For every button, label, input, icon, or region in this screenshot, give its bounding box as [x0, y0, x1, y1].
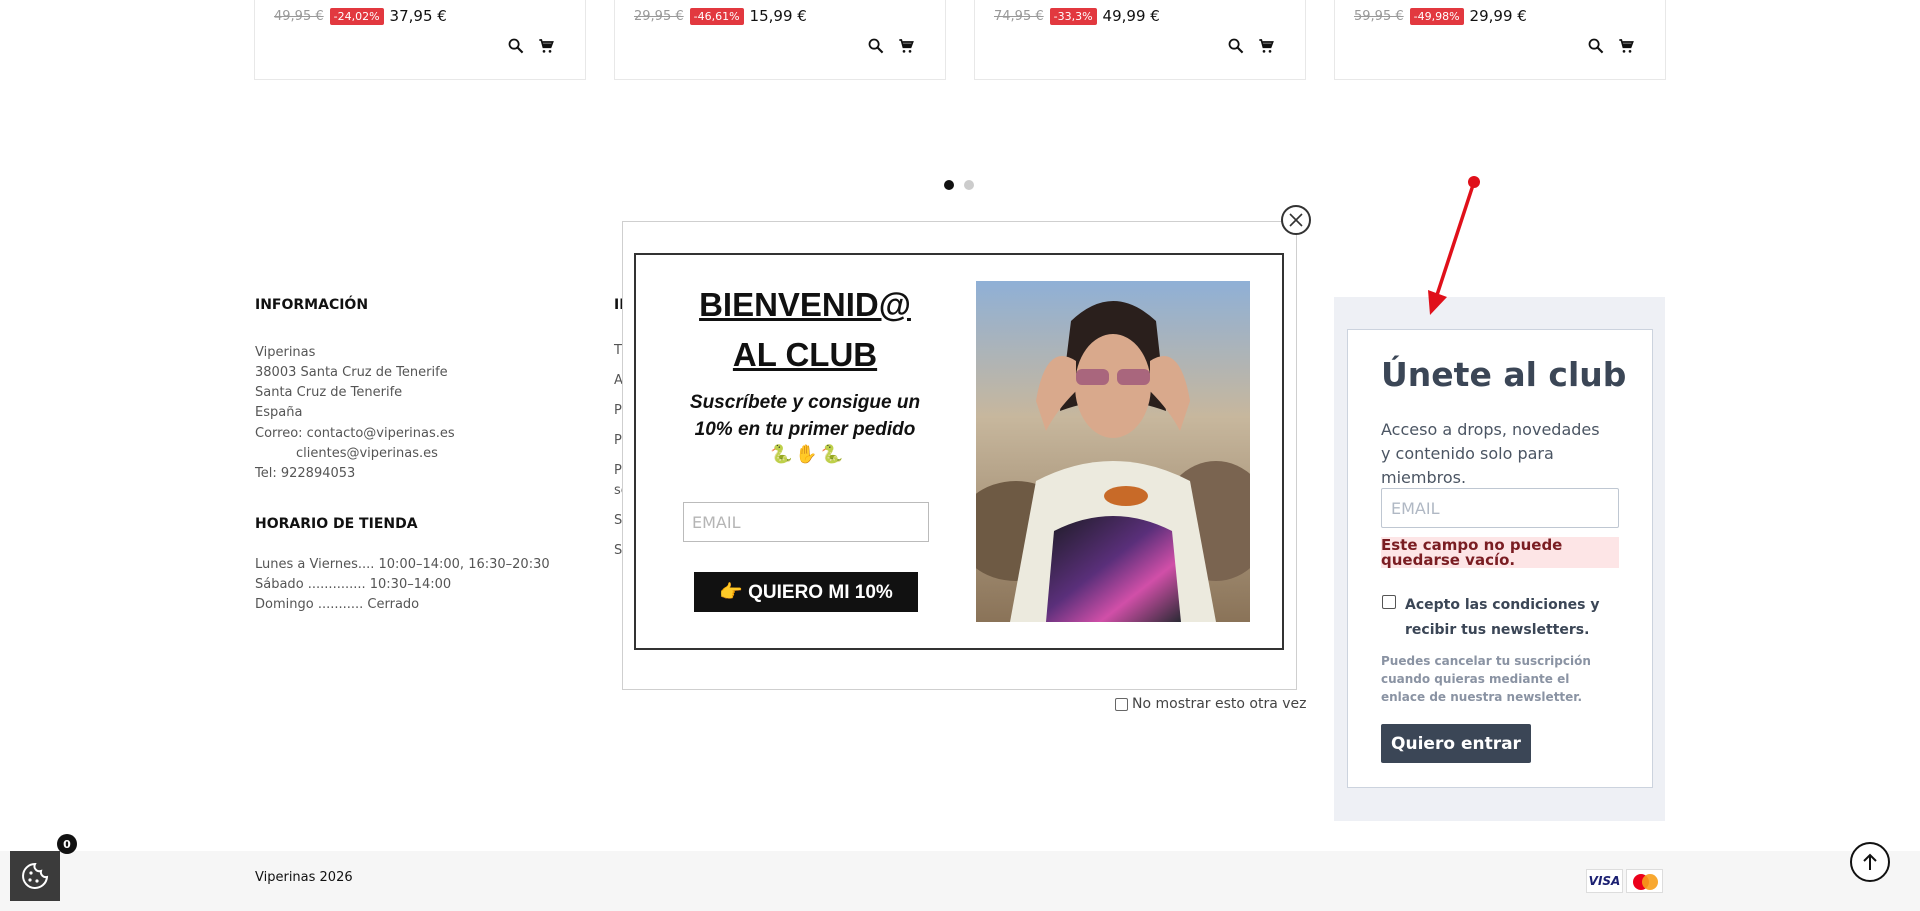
newsletter-submit-button[interactable]: Quiero entrar — [1381, 724, 1531, 763]
price: 49,99 € — [1102, 7, 1160, 25]
info-line: Viperinas — [255, 345, 316, 360]
price-row: 29,95 € -46,61% 15,99 € — [634, 7, 807, 25]
col2-link[interactable]: P — [614, 433, 622, 448]
info-line: 38003 Santa Cruz de Tenerife — [255, 365, 448, 380]
hours-heading: HORARIO DE TIENDA — [255, 516, 418, 532]
newsletter-note: Puedes cancelar tu suscripción cuando qu… — [1381, 654, 1591, 704]
visa-icon: VISA — [1586, 869, 1623, 893]
old-price: 49,95 € — [274, 8, 324, 24]
popup-title-line1: BIENVENID@ — [699, 286, 911, 323]
cookie-count-badge: 0 — [57, 834, 77, 854]
newsletter-error-message: Este campo no puede quedarse vacío. — [1381, 537, 1619, 568]
popup-emojis: 🐍✋🐍 — [770, 444, 847, 465]
newsletter-email-input[interactable] — [1381, 488, 1619, 528]
hours-line: Sábado .............. 10:30–14:00 — [255, 577, 452, 592]
popup-model-image — [976, 281, 1250, 622]
price: 15,99 € — [749, 7, 807, 25]
mastercard-icon — [1626, 869, 1663, 893]
arrow-up-icon[interactable] — [1850, 842, 1890, 882]
price: 37,95 € — [389, 7, 447, 25]
col2-link[interactable]: P — [614, 403, 622, 418]
search-icon[interactable] — [1227, 37, 1244, 54]
info-line: Santa Cruz de Tenerife — [255, 385, 403, 400]
col2-link[interactable]: P — [614, 463, 622, 478]
search-icon[interactable] — [507, 37, 524, 54]
dont-show-label[interactable]: No mostrar esto otra vez — [1132, 696, 1307, 712]
price-row: 74,95 € -33,3% 49,99 € — [994, 7, 1160, 25]
popup-email-input[interactable] — [683, 502, 929, 542]
old-price: 29,95 € — [634, 8, 684, 24]
discount-badge: -33,3% — [1049, 7, 1097, 25]
search-icon[interactable] — [867, 37, 884, 54]
newsletter-accept-label[interactable]: Acepto las condiciones y recibir tus new… — [1405, 593, 1605, 643]
payment-methods: VISA — [1586, 869, 1663, 893]
price: 29,99 € — [1469, 7, 1527, 25]
old-price: 74,95 € — [994, 8, 1044, 24]
newsletter-accept-checkbox[interactable] — [1382, 595, 1396, 609]
price-row: 49,95 € -24,02% 37,95 € — [274, 7, 447, 25]
carousel-dots — [944, 180, 974, 190]
popup-subtitle: Suscríbete y consigue un 10% en tu prime… — [689, 392, 921, 440]
discount-badge: -46,61% — [689, 7, 744, 25]
info-email-clients[interactable]: clientes@viperinas.es — [296, 444, 438, 464]
dont-show-checkbox[interactable] — [1115, 697, 1128, 711]
col2-link[interactable]: T — [614, 343, 622, 358]
product-card[interactable]: 29,95 € -46,61% 15,99 € — [614, 0, 946, 80]
cookie-icon[interactable] — [10, 851, 60, 901]
popup-submit-button[interactable]: 👉 QUIERO MI 10% — [694, 572, 918, 612]
copyright: Viperinas 2026 — [255, 870, 353, 885]
cart-icon[interactable] — [1258, 38, 1274, 54]
close-icon[interactable] — [1281, 205, 1311, 235]
newsletter-description: Acceso a drops, novedades y contenido so… — [1381, 420, 1600, 487]
info-email-contact[interactable]: Correo: contacto@viperinas.es — [255, 424, 455, 444]
carousel-dot-1[interactable] — [944, 180, 954, 190]
popup-dont-show-again[interactable]: No mostrar esto otra vez — [1115, 696, 1307, 712]
popup-title: BIENVENID@ AL CLUB — [690, 280, 920, 380]
info-line: España — [255, 405, 303, 420]
discount-badge: -49,98% — [1409, 7, 1464, 25]
carousel-dot-2[interactable] — [964, 180, 974, 190]
cart-icon[interactable] — [538, 38, 554, 54]
old-price: 59,95 € — [1354, 8, 1404, 24]
price-row: 59,95 € -49,98% 29,99 € — [1354, 7, 1527, 25]
product-card[interactable]: 49,95 € -24,02% 37,95 € — [254, 0, 586, 80]
hours-line: Lunes a Viernes.... 10:00–14:00, 16:30–2… — [255, 557, 550, 572]
search-icon[interactable] — [1587, 37, 1604, 54]
cart-icon[interactable] — [898, 38, 914, 54]
info-phone[interactable]: Tel: 922894053 — [255, 464, 355, 484]
cart-icon[interactable] — [1618, 38, 1634, 54]
newsletter-title: Únete al club — [1381, 355, 1627, 394]
product-card[interactable]: 74,95 € -33,3% 49,99 € — [974, 0, 1306, 80]
discount-badge: -24,02% — [329, 7, 384, 25]
annotation-arrow-icon — [1428, 176, 1480, 315]
info-heading: INFORMACIÓN — [255, 297, 369, 313]
product-card[interactable]: 59,95 € -49,98% 29,99 € — [1334, 0, 1666, 80]
hours-line: Domingo ........... Cerrado — [255, 597, 420, 612]
popup-title-line2: AL CLUB — [732, 336, 878, 373]
